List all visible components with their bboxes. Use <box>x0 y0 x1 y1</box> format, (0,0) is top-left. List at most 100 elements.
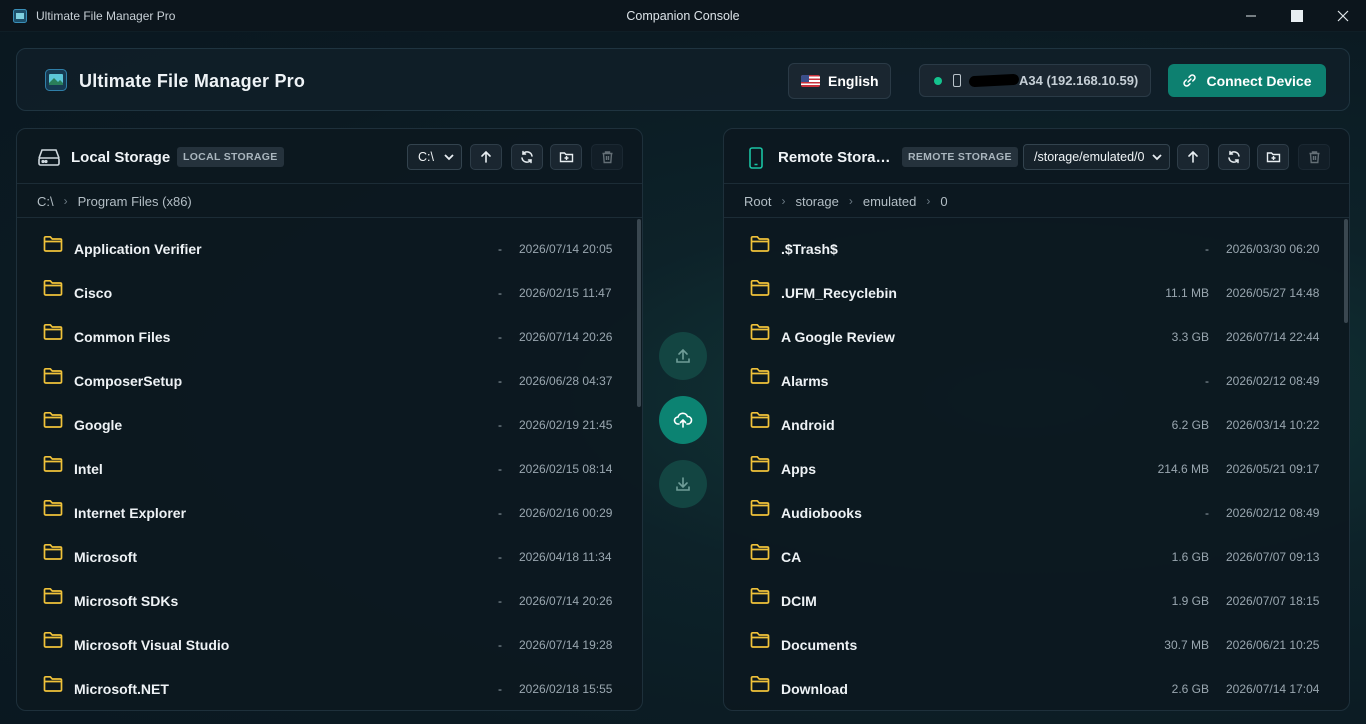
app-logo-icon <box>45 69 67 91</box>
trash-icon <box>602 151 612 164</box>
link-icon <box>1183 74 1197 87</box>
file-date: 2026/07/14 17:04 <box>1226 682 1320 696</box>
file-row[interactable]: .$Trash$ - 2026/03/30 06:20 <box>724 226 1349 270</box>
folder-icon <box>750 279 770 296</box>
file-size: 3.3 GB <box>1171 330 1209 344</box>
title-bar: Ultimate File Manager Pro Companion Cons… <box>0 0 1366 32</box>
brand-title: Ultimate File Manager Pro <box>79 71 306 91</box>
file-row[interactable]: Google - 2026/02/19 21:45 <box>17 402 642 446</box>
hard-drive-icon <box>38 149 60 166</box>
file-row[interactable]: Microsoft.NET - 2026/02/18 15:55 <box>17 666 642 710</box>
breadcrumb-item[interactable]: C:\ <box>37 194 54 209</box>
file-row[interactable]: Alarms - 2026/02/12 08:49 <box>724 358 1349 402</box>
file-date: 2026/06/28 04:37 <box>519 374 613 388</box>
file-row[interactable]: Application Verifier - 2026/07/14 20:05 <box>17 226 642 270</box>
file-name: Android <box>781 417 835 433</box>
close-icon <box>1337 10 1349 22</box>
file-name: Audiobooks <box>781 505 862 521</box>
language-selector[interactable]: English <box>788 63 891 99</box>
file-row[interactable]: Cisco - 2026/02/15 11:47 <box>17 270 642 314</box>
local-go-up-button[interactable] <box>470 144 502 170</box>
remote-new-folder-button[interactable] <box>1257 144 1289 170</box>
file-row[interactable]: Download 2.6 GB 2026/07/14 17:04 <box>724 666 1349 710</box>
file-date: 2026/02/18 15:55 <box>519 682 613 696</box>
local-delete-button[interactable] <box>591 144 623 170</box>
download-icon <box>676 477 690 491</box>
file-name: Documents <box>781 637 858 653</box>
folder-icon <box>750 587 770 604</box>
device-status: A34 (192.168.10.59) <box>919 64 1151 97</box>
console-title: Companion Console <box>626 9 740 23</box>
file-name: Cisco <box>74 285 113 301</box>
file-name: DCIM <box>781 593 817 609</box>
file-row[interactable]: Android 6.2 GB 2026/03/14 10:22 <box>724 402 1349 446</box>
file-name: A Google Review <box>781 329 895 345</box>
file-size: 2.6 GB <box>1171 682 1209 696</box>
folder-icon <box>43 455 63 472</box>
file-row[interactable]: Internet Explorer - 2026/02/16 00:29 <box>17 490 642 534</box>
connect-device-button[interactable]: Connect Device <box>1168 64 1326 97</box>
file-row[interactable]: Documents 30.7 MB 2026/06/21 10:25 <box>724 622 1349 666</box>
breadcrumb-item[interactable]: Root <box>744 194 771 209</box>
remote-go-up-button[interactable] <box>1177 144 1209 170</box>
file-size: - <box>498 242 502 256</box>
remote-refresh-button[interactable] <box>1218 144 1250 170</box>
file-size: 1.9 GB <box>1171 594 1209 608</box>
local-new-folder-button[interactable] <box>550 144 582 170</box>
file-row[interactable]: Intel - 2026/02/15 08:14 <box>17 446 642 490</box>
app-icon <box>13 9 27 23</box>
file-name: Alarms <box>781 373 829 389</box>
maximize-button[interactable] <box>1274 0 1320 32</box>
remote-scrollbar[interactable] <box>1344 219 1348 323</box>
breadcrumb-item[interactable]: emulated <box>863 194 916 209</box>
file-row[interactable]: Audiobooks - 2026/02/12 08:49 <box>724 490 1349 534</box>
file-date: 2026/05/27 14:48 <box>1226 286 1320 300</box>
breadcrumb-item[interactable]: storage <box>795 194 838 209</box>
file-row[interactable]: Microsoft - 2026/04/18 11:34 <box>17 534 642 578</box>
file-row[interactable]: DCIM 1.9 GB 2026/07/07 18:15 <box>724 578 1349 622</box>
file-row[interactable]: Microsoft SDKs - 2026/07/14 20:26 <box>17 578 642 622</box>
minimize-button[interactable] <box>1228 0 1274 32</box>
upload-button[interactable] <box>659 332 707 380</box>
app-header: Ultimate File Manager Pro English A34 (1… <box>16 48 1350 111</box>
local-scrollbar[interactable] <box>637 219 641 407</box>
remote-panel-title: Remote Storage <box>778 149 892 166</box>
local-panel-title: Local Storage <box>71 149 171 166</box>
file-name: Internet Explorer <box>74 505 187 521</box>
file-size: 214.6 MB <box>1157 462 1209 476</box>
file-name: Apps <box>781 461 816 477</box>
download-button[interactable] <box>659 460 707 508</box>
close-button[interactable] <box>1320 0 1366 32</box>
file-row[interactable]: .UFM_Recyclebin 11.1 MB 2026/05/27 14:48 <box>724 270 1349 314</box>
file-size: - <box>1205 242 1209 256</box>
file-name: CA <box>781 549 802 565</box>
file-date: 2026/07/14 20:26 <box>519 594 613 608</box>
folder-icon <box>43 323 63 340</box>
remote-path-select[interactable]: /storage/emulated/0 <box>1023 144 1170 170</box>
file-row[interactable]: ComposerSetup - 2026/06/28 04:37 <box>17 358 642 402</box>
remote-delete-button[interactable] <box>1298 144 1330 170</box>
folder-icon <box>750 631 770 648</box>
cloud-sync-button[interactable] <box>659 396 707 444</box>
file-size: - <box>498 506 502 520</box>
folder-icon <box>750 235 770 252</box>
breadcrumb-item[interactable]: 0 <box>940 194 947 209</box>
folder-icon <box>750 499 770 516</box>
chevron-right-icon: › <box>63 194 68 208</box>
file-row[interactable]: Apps 214.6 MB 2026/05/21 09:17 <box>724 446 1349 490</box>
chevron-down-icon <box>444 154 454 161</box>
file-name: Microsoft <box>74 549 137 565</box>
file-name: Application Verifier <box>74 241 202 257</box>
drive-select[interactable]: C:\ <box>407 144 462 170</box>
file-name: Google <box>74 417 123 433</box>
file-size: - <box>498 286 502 300</box>
local-refresh-button[interactable] <box>511 144 543 170</box>
refresh-icon <box>521 150 533 164</box>
breadcrumb-item[interactable]: Program Files (x86) <box>78 194 192 209</box>
file-row[interactable]: CA 1.6 GB 2026/07/07 09:13 <box>724 534 1349 578</box>
folder-plus-icon <box>1266 152 1280 163</box>
file-row[interactable]: Common Files - 2026/07/14 20:26 <box>17 314 642 358</box>
file-row[interactable]: Microsoft Visual Studio - 2026/07/14 19:28 <box>17 622 642 666</box>
cloud-upload-icon <box>673 412 693 428</box>
file-row[interactable]: A Google Review 3.3 GB 2026/07/14 22:44 <box>724 314 1349 358</box>
